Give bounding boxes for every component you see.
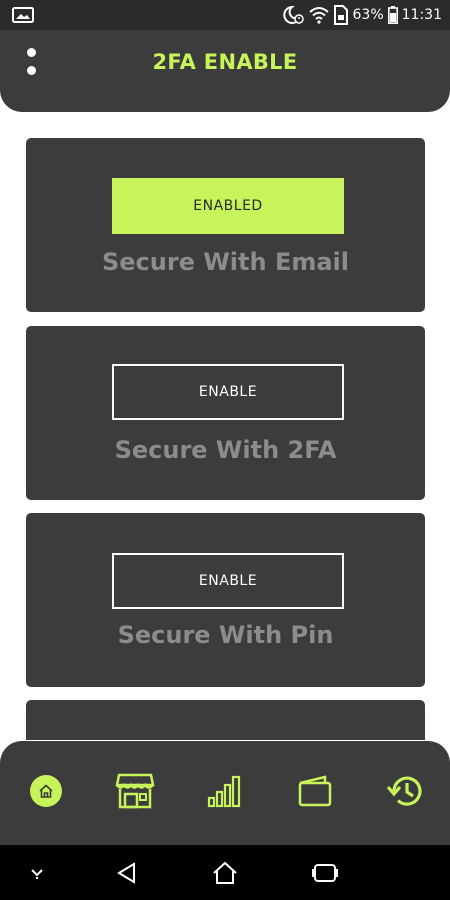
battery-percent: 63% <box>352 7 384 23</box>
content-area[interactable]: ENABLED Secure With Email ENABLE Secure … <box>0 112 450 740</box>
enable-button-2fa[interactable]: ENABLE <box>112 364 344 420</box>
clock: 11:31 <box>401 7 442 23</box>
stats-icon <box>207 775 241 808</box>
card-secure-email: ENABLED Secure With Email <box>26 138 425 312</box>
bottom-nav <box>0 741 450 845</box>
nav-stats[interactable] <box>203 769 247 813</box>
sys-back[interactable] <box>112 859 142 887</box>
sys-home[interactable] <box>210 859 240 887</box>
wallet-icon <box>298 775 332 807</box>
enabled-button-email[interactable]: ENABLED <box>112 178 344 234</box>
home-icon <box>30 775 62 807</box>
home-icon <box>213 861 237 884</box>
history-icon <box>386 776 422 806</box>
page-title: 2FA ENABLE <box>152 50 298 74</box>
battery-icon <box>387 6 398 24</box>
sim-icon <box>333 5 348 25</box>
status-bar: 63% 11:31 <box>0 0 450 30</box>
card-label-email: Secure With Email <box>101 248 349 276</box>
card-partial <box>26 700 425 740</box>
card-label-pin: Secure With Pin <box>117 621 334 649</box>
sys-collapse[interactable] <box>22 859 52 887</box>
nav-wallet[interactable] <box>293 769 337 813</box>
app-bar: 2FA ENABLE <box>0 30 450 112</box>
nav-history[interactable] <box>383 769 427 813</box>
system-nav <box>0 845 450 900</box>
nav-home[interactable] <box>24 769 68 813</box>
recents-icon <box>312 864 338 882</box>
card-label-2fa: Secure With 2FA <box>114 436 337 464</box>
store-icon <box>115 773 155 809</box>
nav-store[interactable] <box>113 769 157 813</box>
enable-button-pin[interactable]: ENABLE <box>112 553 344 609</box>
status-icons: 63% 11:31 <box>282 0 442 30</box>
card-secure-pin: ENABLE Secure With Pin <box>26 513 425 687</box>
collapse-icon <box>31 869 43 879</box>
sys-recents[interactable] <box>310 859 340 887</box>
back-icon <box>117 862 135 884</box>
card-secure-2fa: ENABLE Secure With 2FA <box>26 326 425 500</box>
wifi-icon <box>308 7 329 24</box>
do-not-disturb-icon <box>282 5 304 24</box>
gallery-icon <box>12 7 34 23</box>
